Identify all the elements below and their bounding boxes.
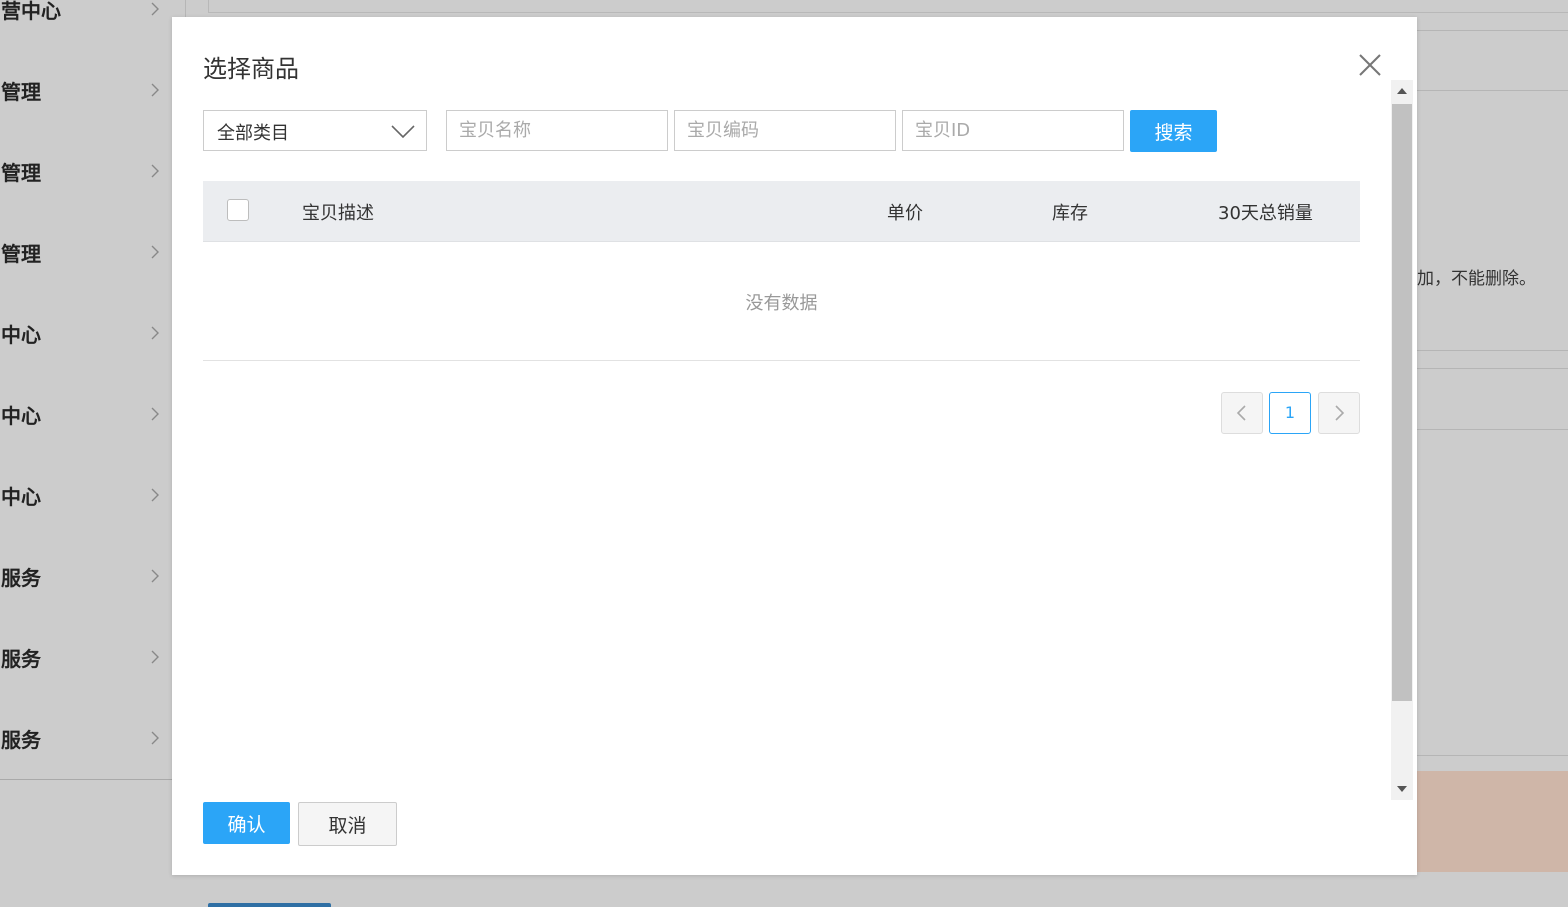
background-divider <box>1417 429 1568 430</box>
chevron-left-icon <box>1236 405 1246 421</box>
sidebar-item-label: 服务 <box>1 565 41 590</box>
background-divider <box>1417 350 1568 351</box>
sidebar-item-label: 中心 <box>1 403 41 428</box>
column-header-description: 宝贝描述 <box>302 203 374 224</box>
chevron-right-icon <box>151 83 159 97</box>
confirm-button[interactable]: 确认 <box>203 802 290 844</box>
product-id-input[interactable] <box>902 110 1124 151</box>
product-code-input[interactable] <box>674 110 896 151</box>
sidebar-item-label: 管理 <box>1 241 41 266</box>
column-header-stock: 库存 <box>1052 203 1088 224</box>
product-table-header: 宝贝描述 单价 库存 30天总销量 <box>203 181 1360 242</box>
scrollbar-thumb[interactable] <box>1392 104 1412 701</box>
select-all-checkbox[interactable] <box>227 199 249 221</box>
close-icon[interactable] <box>1356 51 1384 79</box>
sidebar: 营中心 管理 管理 管理 中心 中心 中心 服务 服务 服务 <box>0 0 172 780</box>
prev-page-button[interactable] <box>1221 392 1263 434</box>
sidebar-item[interactable]: 营中心 <box>0 0 172 29</box>
chevron-right-icon <box>151 326 159 340</box>
chevron-right-icon <box>151 488 159 502</box>
sidebar-item[interactable]: 中心 <box>0 313 172 353</box>
column-header-price: 单价 <box>887 203 923 224</box>
sidebar-item[interactable]: 中心 <box>0 394 172 434</box>
scroll-down-arrow-icon[interactable] <box>1391 778 1413 800</box>
chevron-down-icon <box>391 125 415 139</box>
search-button[interactable]: 搜索 <box>1130 110 1217 152</box>
chevron-right-icon <box>151 164 159 178</box>
sidebar-item-label: 管理 <box>1 160 41 185</box>
chevron-right-icon <box>151 650 159 664</box>
background-frame <box>208 0 1568 13</box>
cancel-button[interactable]: 取消 <box>298 802 397 846</box>
sidebar-item[interactable]: 管理 <box>0 232 172 272</box>
chevron-right-icon <box>151 407 159 421</box>
sidebar-item-label: 中心 <box>1 484 41 509</box>
background-notice-panel <box>1417 771 1568 872</box>
sidebar-item[interactable]: 服务 <box>0 718 172 758</box>
category-select[interactable]: 全部类目 <box>203 110 427 151</box>
sidebar-item-label: 服务 <box>1 646 41 671</box>
scroll-up-arrow-icon[interactable] <box>1391 80 1413 102</box>
background-note-text: 加，不能删除。 <box>1417 269 1536 289</box>
background-button <box>208 903 331 907</box>
sidebar-item[interactable]: 管理 <box>0 70 172 110</box>
dialog-title: 选择商品 <box>203 55 299 83</box>
table-empty-message: 没有数据 <box>745 293 818 314</box>
sidebar-item[interactable]: 服务 <box>0 556 172 596</box>
background-divider <box>1417 368 1568 369</box>
next-page-button[interactable] <box>1318 392 1360 434</box>
chevron-right-icon <box>1335 405 1345 421</box>
sidebar-item-label: 服务 <box>1 727 41 752</box>
page-number-button[interactable]: 1 <box>1269 392 1311 434</box>
chevron-right-icon <box>151 569 159 583</box>
background-divider <box>1417 755 1568 756</box>
chevron-right-icon <box>151 731 159 745</box>
dialog-scrollbar[interactable] <box>1391 80 1413 800</box>
sidebar-item-label: 中心 <box>1 322 41 347</box>
column-header-sales: 30天总销量 <box>1218 203 1313 224</box>
sidebar-item[interactable]: 中心 <box>0 475 172 515</box>
sidebar-item-label: 管理 <box>1 79 41 104</box>
category-select-value: 全部类目 <box>217 123 289 144</box>
sidebar-item[interactable]: 管理 <box>0 151 172 191</box>
chevron-right-icon <box>151 245 159 259</box>
table-divider <box>203 360 1360 361</box>
product-name-input[interactable] <box>446 110 668 151</box>
sidebar-item[interactable]: 服务 <box>0 637 172 677</box>
chevron-right-icon <box>151 2 159 16</box>
background-divider <box>1417 30 1568 31</box>
background-divider <box>1417 90 1568 91</box>
sidebar-item-label: 营中心 <box>1 0 61 23</box>
select-product-dialog: 选择商品 全部类目 搜索 宝贝描述 单价 库存 30天总销量 没有数据 1 确认… <box>172 17 1417 875</box>
